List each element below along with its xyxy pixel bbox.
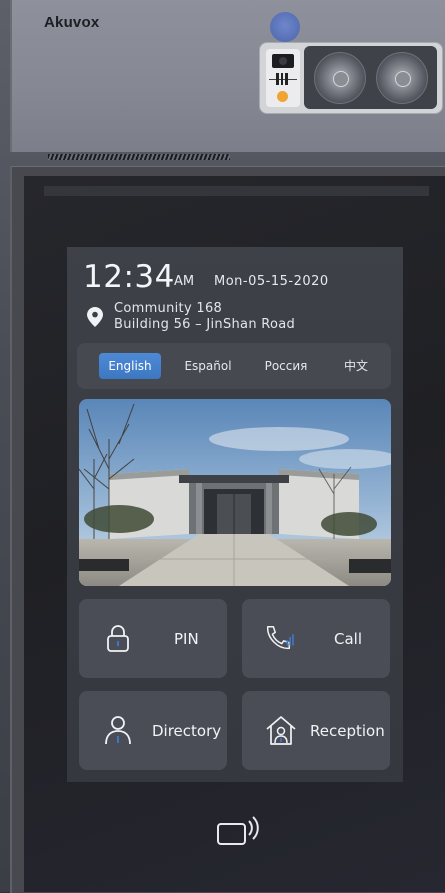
camera-control-panel — [266, 49, 300, 107]
address-line-1: Community 168 — [114, 301, 223, 316]
pin-label: PIN — [174, 630, 199, 648]
camera-lens-icon — [314, 52, 366, 104]
reception-label: Reception — [310, 722, 385, 740]
directory-label: Directory — [152, 722, 222, 740]
lock-icon — [107, 625, 129, 652]
call-label: Call — [334, 630, 363, 648]
clock-ampm: AM — [174, 274, 195, 289]
brand-logo: Akuvox — [44, 14, 100, 31]
building-photo — [79, 399, 391, 586]
language-bar: English Español Россия 中文 — [77, 343, 391, 389]
camera-lens-icon — [376, 52, 428, 104]
person-icon — [105, 716, 131, 745]
qr-sensor-icon — [276, 73, 288, 85]
intercom-device: Akuvox 12:34 AM Mon-05-15-2020 Community — [0, 0, 445, 893]
speaker-grille — [48, 154, 230, 160]
call-button[interactable]: Call — [242, 599, 390, 678]
reception-button[interactable]: Reception — [242, 691, 390, 770]
ir-camera-icon — [272, 54, 294, 68]
camera-module — [259, 42, 443, 114]
clock-time: 12:34 — [83, 259, 175, 295]
sensor-dot — [270, 12, 300, 42]
lang-english[interactable]: English — [99, 353, 161, 379]
address-line-2: Building 56 – JinShan Road — [114, 317, 296, 332]
lang-chinese[interactable]: 中文 — [331, 353, 381, 379]
touch-screen: 12:34 AM Mon-05-15-2020 Community 168 Bu… — [67, 247, 403, 782]
glass-highlight — [44, 186, 429, 196]
nfc-card-icon — [217, 816, 259, 845]
building-image — [79, 399, 391, 586]
phone-icon — [266, 626, 294, 650]
house-person-icon — [266, 716, 296, 745]
status-led — [277, 91, 288, 102]
lang-espanol[interactable]: Español — [177, 353, 239, 379]
directory-button[interactable]: Directory — [79, 691, 227, 770]
lang-russian[interactable]: Россия — [255, 353, 317, 379]
dual-lens-housing — [304, 46, 437, 109]
pin-button[interactable]: PIN — [79, 599, 227, 678]
clock-date: Mon-05-15-2020 — [214, 274, 329, 289]
map-pin-icon — [87, 307, 103, 327]
device-header: Akuvox — [10, 0, 445, 152]
